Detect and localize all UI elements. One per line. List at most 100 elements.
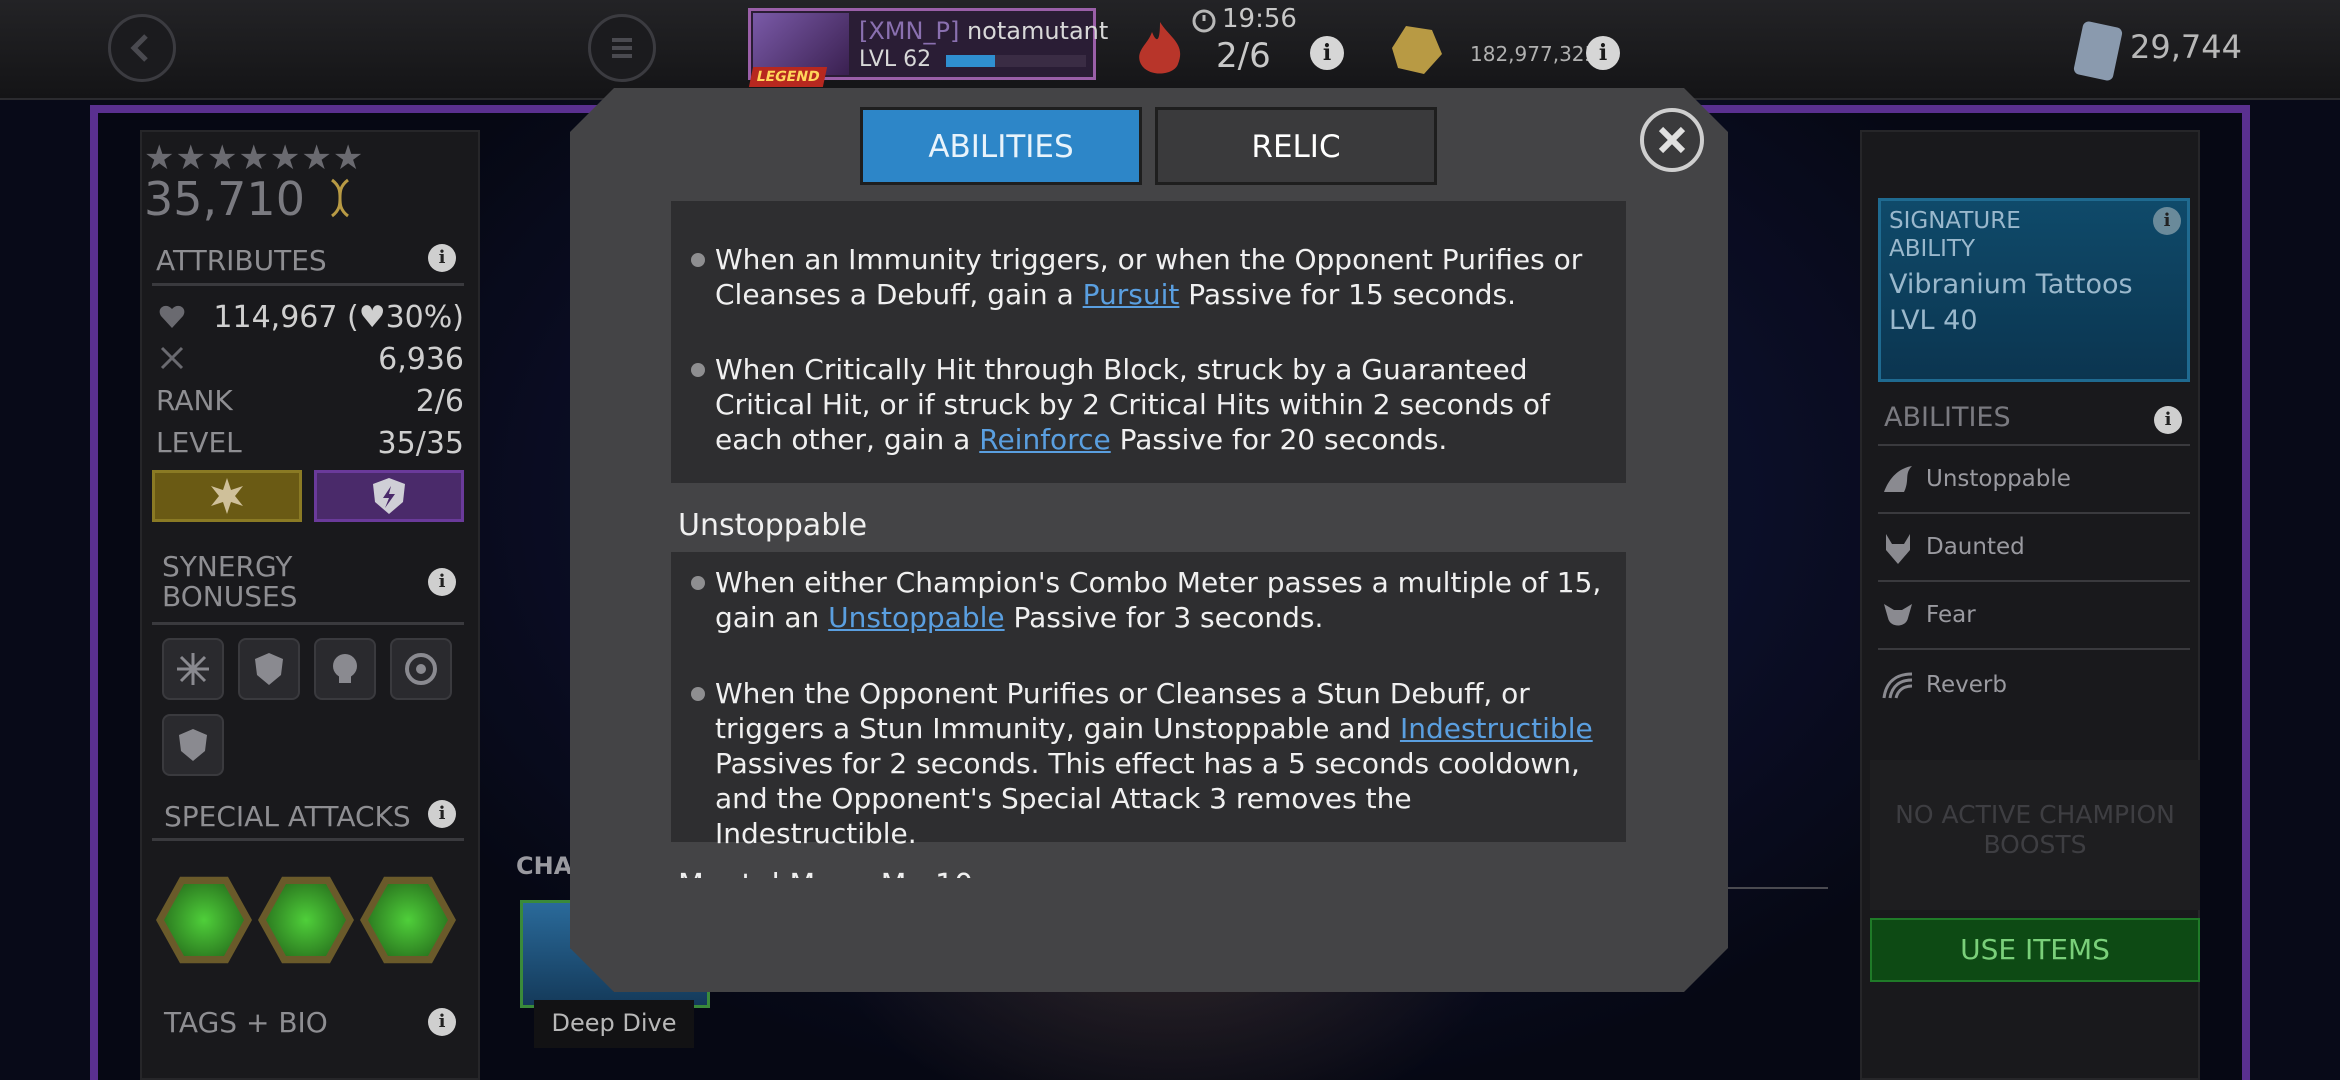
tags-info-icon[interactable]: i — [428, 1008, 456, 1036]
synergy-badge-icon[interactable] — [162, 714, 224, 776]
gold-info-icon[interactable]: i — [1586, 36, 1620, 70]
reinforce-link[interactable]: Reinforce — [979, 423, 1110, 456]
ability-block-2: When either Champion's Combo Meter passe… — [671, 552, 1626, 850]
attack-icon — [160, 346, 184, 370]
close-button[interactable] — [1640, 108, 1704, 172]
ability-block-1: When an Immunity triggers, or when the O… — [671, 201, 1626, 483]
energy-count: 2/6 — [1216, 36, 1271, 76]
energy-icon — [1130, 18, 1190, 82]
abilities-title: ABILITIES — [1884, 402, 2011, 433]
xp-bar-fill — [946, 55, 995, 67]
attack-value: 6,936 — [378, 342, 464, 377]
synergy-vortex-icon[interactable] — [390, 638, 452, 700]
tab-abilities[interactable]: ABILITIES — [860, 107, 1142, 185]
player-profile[interactable]: LEGEND [XMN_P] notamutant LVL 62 — [748, 8, 1108, 87]
abilities-info-icon[interactable]: i — [2154, 406, 2182, 434]
xp-bar — [946, 55, 1086, 67]
champions-divider — [1728, 887, 1828, 889]
legend-badge: LEGEND — [748, 67, 828, 87]
rank-value: 2/6 — [415, 384, 464, 419]
prestige-value: 35,710 — [144, 172, 305, 226]
units-amount: 29,744 — [2130, 28, 2242, 66]
player-name: [XMN_P] notamutant — [859, 17, 1108, 45]
level-value: 35/35 — [377, 426, 464, 461]
back-arrow-icon — [130, 34, 148, 62]
ability-fear[interactable]: Fear — [1926, 602, 1976, 628]
attributes-divider — [152, 283, 464, 286]
indestructible-link[interactable]: Indestructible — [1400, 712, 1593, 745]
signature-name: Vibranium Tattoos — [1889, 269, 2133, 300]
synergy-info-icon[interactable]: i — [428, 568, 456, 596]
tab-relic[interactable]: RELIC — [1155, 107, 1437, 185]
unstoppable-link[interactable]: Unstoppable — [828, 601, 1004, 634]
signature-level: LVL 40 — [1889, 305, 1978, 336]
signature-ability-card[interactable]: SIGNATURE ABILITY i Vibranium Tattoos LV… — [1878, 198, 2190, 382]
gold-amount: 182,977,325 — [1470, 42, 1598, 66]
ability-unstoppable[interactable]: Unstoppable — [1926, 466, 2071, 492]
close-icon — [1658, 126, 1686, 154]
synergy-snowflake-icon[interactable] — [162, 638, 224, 700]
fear-icon — [1880, 598, 1916, 634]
ability-reverb[interactable]: Reverb — [1926, 672, 2007, 698]
daunted-icon — [1880, 530, 1916, 566]
ability-text-indestructible: When the Opponent Purifies or Cleanses a… — [715, 677, 1593, 850]
energy-timer: 19:56 — [1222, 4, 1297, 34]
timer-icon — [1192, 9, 1216, 33]
awakening-button[interactable] — [314, 470, 464, 522]
player-level: LVL 62 — [859, 47, 932, 72]
bullet — [691, 576, 705, 590]
cut-off-section-title: Mental Mana Mn 10 — [678, 868, 1633, 878]
tags-bio-title[interactable]: TAGS + BIO — [164, 1006, 328, 1039]
menu-button[interactable] — [588, 14, 656, 82]
ability-divider — [1878, 648, 2190, 650]
lightning-shield-icon — [373, 478, 405, 514]
signature-info-icon[interactable]: i — [2153, 207, 2181, 235]
pursuit-link[interactable]: Pursuit — [1083, 278, 1180, 311]
bullet — [691, 687, 705, 701]
class-bonus-button[interactable] — [152, 470, 302, 522]
player-name-text: notamutant — [966, 17, 1109, 45]
back-button[interactable] — [108, 14, 176, 82]
ability-text-reinforce: When Critically Hit through Block, struc… — [715, 353, 1550, 456]
cut-off-section: Mental Mana Mn 10 — [678, 862, 1633, 878]
dna-icon — [331, 178, 349, 218]
reverb-icon — [1880, 668, 1916, 704]
ability-divider — [1878, 580, 2190, 582]
health-icon — [159, 305, 185, 328]
abilities-divider — [1878, 444, 2190, 446]
synergy-skull-icon[interactable] — [314, 638, 376, 700]
champions-heading: CHA — [516, 852, 573, 880]
level-label: LEVEL — [156, 426, 242, 459]
special-attacks-title: SPECIAL ATTACKS — [164, 800, 411, 833]
ability-text-unstoppable: When either Champion's Combo Meter passe… — [715, 566, 1602, 634]
ability-text-pursuit: When an Immunity triggers, or when the O… — [715, 243, 1583, 311]
alliance-tag: [XMN_P] — [859, 17, 960, 45]
health-value: 114,967 (♥30%) — [213, 300, 464, 335]
player-avatar — [753, 13, 849, 75]
deep-dive-label: Deep Dive — [534, 1000, 694, 1048]
synergy-title: SYNERGY BONUSES — [162, 550, 298, 613]
signature-title: SIGNATURE ABILITY — [1889, 208, 2021, 262]
attributes-info-icon[interactable]: i — [428, 244, 456, 272]
special-attacks-info-icon[interactable]: i — [428, 800, 456, 828]
no-boosts-text: NO ACTIVE CHAMPION BOOSTS — [1895, 800, 2175, 859]
ability-daunted[interactable]: Daunted — [1926, 534, 2025, 560]
top-bar: LEGEND [XMN_P] notamutant LVL 62 19:56 2… — [0, 0, 2340, 100]
burst-icon — [211, 478, 243, 514]
units-icon — [2068, 18, 2128, 84]
gold-icon — [1384, 18, 1446, 80]
synergy-divider — [152, 622, 464, 625]
bullet — [691, 363, 705, 377]
attributes-title: ATTRIBUTES — [156, 244, 327, 277]
bullet — [691, 253, 705, 267]
rank-label: RANK — [156, 384, 233, 417]
menu-icon — [612, 38, 632, 58]
energy-info-icon[interactable]: i — [1310, 36, 1344, 70]
unstoppable-section-title: Unstoppable — [678, 508, 868, 543]
ability-divider — [1878, 512, 2190, 514]
boosts-panel: NO ACTIVE CHAMPION BOOSTS — [1870, 760, 2200, 910]
unstoppable-icon — [1880, 462, 1916, 498]
synergy-shield-icon[interactable] — [238, 638, 300, 700]
use-items-button[interactable]: USE ITEMS — [1870, 918, 2200, 982]
special-attacks-divider — [152, 838, 464, 841]
